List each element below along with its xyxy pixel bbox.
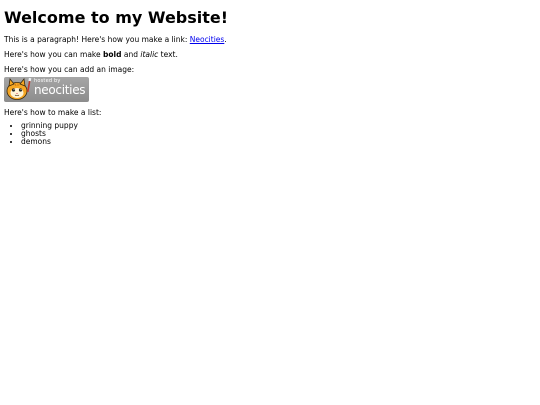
paragraph-image: Here's how you can add an image: — [4, 65, 135, 74]
list-item: grinning puppy — [21, 122, 536, 130]
italic-text: italic — [140, 50, 159, 59]
page: Welcome to my Website! This is a paragra… — [0, 0, 540, 405]
neocities-link[interactable]: Neocities — [190, 35, 225, 44]
bullet-list: grinning puppy ghosts demons — [4, 122, 536, 146]
formatting-middle: and — [121, 50, 141, 59]
list-item: ghosts — [21, 130, 536, 138]
paragraph-formatting: Here's how you can make bold and italic … — [4, 50, 536, 60]
paragraph-link-text: This is a paragraph! Here's how you make… — [4, 35, 190, 44]
formatting-after: text. — [158, 50, 178, 59]
badge-neocities: neocities — [34, 83, 86, 97]
badge-text: hosted by neocities — [34, 79, 86, 97]
formatting-before: Here's how you can make — [4, 50, 103, 59]
paragraph-list: Here's how to make a list: — [4, 108, 102, 117]
paragraph-link-period: . — [224, 35, 227, 44]
bold-text: bold — [103, 50, 122, 59]
page-title: Welcome to my Website! — [4, 8, 229, 27]
list-item: demons — [21, 138, 536, 146]
neocities-cat-icon — [6, 77, 32, 100]
hosted-by-neocities-badge: hosted by neocities — [4, 77, 89, 102]
paragraph-link: This is a paragraph! Here's how you make… — [4, 35, 536, 45]
